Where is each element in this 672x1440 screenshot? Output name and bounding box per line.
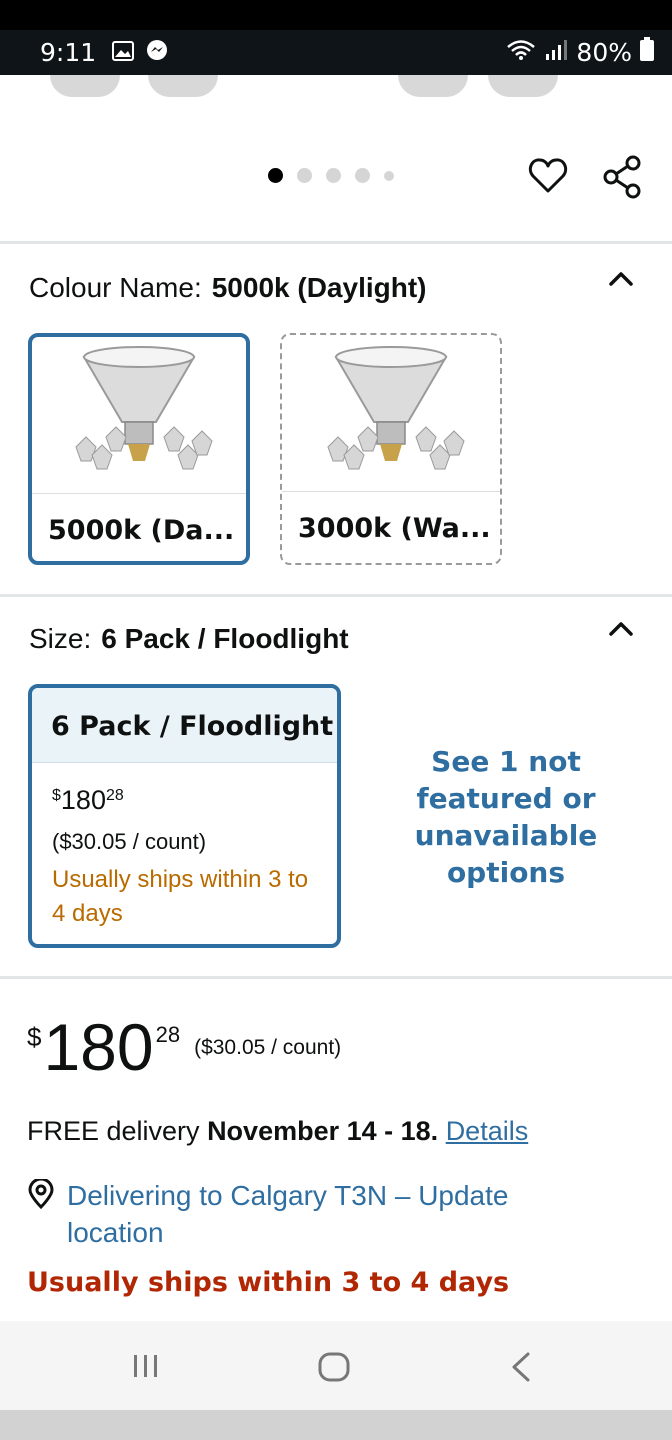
delivery-details-link[interactable]: Details — [446, 1116, 529, 1146]
bulb-image-fragment — [50, 75, 120, 97]
bulb-image-fragment — [398, 75, 468, 97]
size-option-title: 6 Pack / Floodlight — [32, 688, 337, 763]
delivery-info: FREE delivery November 14 - 18. Details — [27, 1116, 528, 1147]
price-whole: 180 — [43, 1010, 154, 1084]
floodlight-bulb-image — [282, 335, 500, 492]
pagination-dot-active[interactable] — [268, 168, 283, 183]
recent-apps-icon[interactable] — [130, 1351, 162, 1386]
colour-selected-value: 5000k (Daylight) — [211, 272, 427, 303]
size-option-6-pack[interactable]: 6 Pack / Floodlight $18028 ($30.05 / cou… — [28, 684, 341, 948]
floodlight-bulb-image — [32, 337, 246, 494]
delivery-prefix: FREE delivery — [27, 1116, 208, 1146]
colour-option-label: 3000k (Wa... — [298, 513, 491, 544]
pagination-dot[interactable] — [297, 168, 312, 183]
size-option-shipping: Usually ships within 3 to 4 days — [52, 866, 309, 927]
product-image-carousel[interactable] — [0, 75, 672, 240]
status-time: 9:11 — [40, 38, 97, 67]
battery-percent: 80% — [576, 38, 632, 67]
signal-icon — [544, 37, 568, 68]
wishlist-heart-icon[interactable] — [528, 156, 568, 201]
size-selector-title: Size: 6 Pack / Floodlight — [29, 623, 349, 655]
chevron-up-icon[interactable] — [608, 270, 634, 293]
wifi-icon — [506, 37, 536, 68]
size-option-unit-price: ($30.05 / count) — [52, 829, 207, 854]
colour-option-5000k[interactable]: 5000k (Da... — [28, 333, 250, 565]
share-icon[interactable] — [603, 155, 643, 204]
shipping-availability: Usually ships within 3 to 4 days — [27, 1267, 510, 1298]
bottom-edge — [0, 1410, 672, 1440]
back-icon[interactable] — [508, 1351, 536, 1388]
size-option-price: $18028 — [52, 785, 124, 815]
carousel-pagination[interactable] — [268, 168, 394, 183]
buybox-price: $ 180 28 ($30.05 / count) — [27, 1012, 341, 1082]
update-location-link[interactable]: Delivering to Calgary T3N – Update locat… — [67, 1177, 587, 1251]
battery-icon — [640, 37, 654, 68]
pagination-dot[interactable] — [355, 168, 370, 183]
colour-selector-title: Colour Name: 5000k (Daylight) — [29, 272, 426, 304]
location-pin-icon — [27, 1177, 55, 1214]
pagination-dot[interactable] — [384, 170, 394, 181]
chevron-up-icon[interactable] — [608, 620, 634, 643]
bulb-image-fragment — [488, 75, 558, 97]
section-divider — [0, 594, 672, 597]
colour-label: Colour Name: — [29, 272, 202, 303]
price-currency: $ — [27, 1022, 42, 1052]
section-divider — [0, 976, 672, 979]
home-icon[interactable] — [318, 1351, 350, 1388]
size-selected-value: 6 Pack / Floodlight — [101, 623, 349, 654]
delivery-location[interactable]: Delivering to Calgary T3N – Update locat… — [27, 1177, 587, 1251]
status-bar: 9:11 80% — [0, 30, 672, 75]
android-navigation-bar — [0, 1321, 672, 1410]
messenger-icon — [146, 37, 168, 68]
section-divider — [0, 241, 672, 244]
colour-option-3000k[interactable]: 3000k (Wa... — [280, 333, 502, 565]
colour-option-label: 5000k (Da... — [48, 515, 235, 546]
price-per-unit: ($30.05 / count) — [194, 1036, 342, 1059]
delivery-dates: November 14 - 18. — [207, 1116, 439, 1146]
price-cents: 28 — [155, 1022, 181, 1047]
top-black-bar — [0, 0, 672, 30]
pagination-dot[interactable] — [326, 168, 341, 183]
bulb-image-fragment — [148, 75, 218, 97]
see-unavailable-options-link[interactable]: See 1 not featured or unavailable option… — [400, 743, 612, 891]
gallery-notification-icon — [112, 37, 135, 68]
size-label: Size: — [29, 623, 92, 654]
